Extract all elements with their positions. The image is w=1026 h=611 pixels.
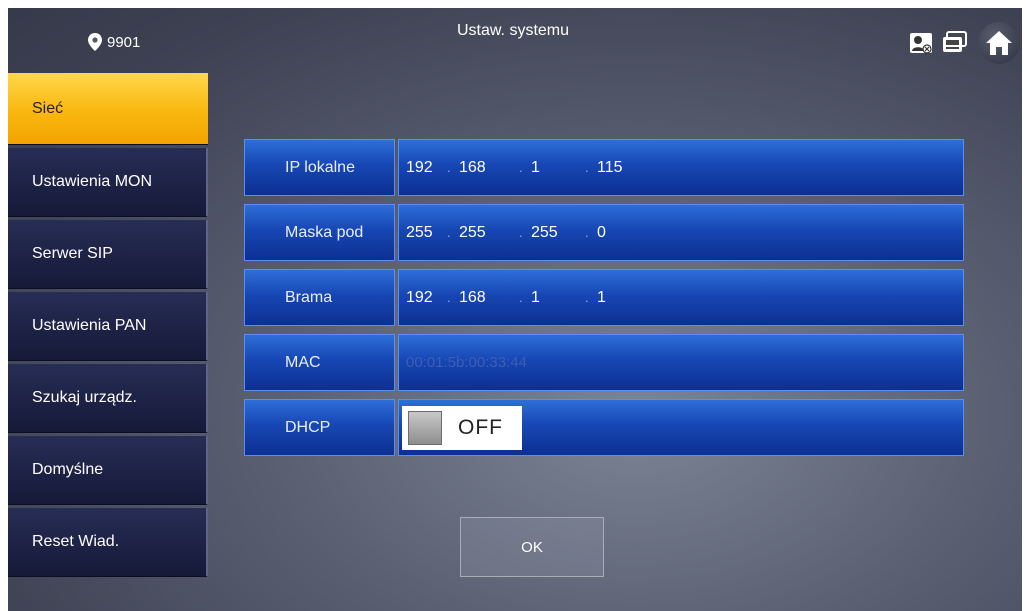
ip-octet[interactable]: 115	[597, 159, 623, 177]
ip-octet[interactable]: 168	[459, 159, 519, 177]
ip-separator: .	[519, 225, 523, 240]
sidebar-item-network[interactable]: Sieć	[8, 73, 208, 145]
ip-separator: .	[447, 225, 451, 240]
dhcp-label: DHCP	[244, 399, 395, 456]
sidebar-item-label: Szukaj urządz.	[32, 389, 137, 406]
monitor-icon[interactable]	[942, 30, 968, 56]
home-icon[interactable]	[978, 22, 1020, 64]
ip-separator: .	[519, 160, 523, 175]
sidebar-item-label: Ustawienia MON	[32, 173, 153, 190]
ip-octet[interactable]: 1	[531, 159, 585, 177]
subnet-mask-row: Maska pod 255 . 255 . 255 . 0	[244, 204, 964, 261]
gateway-label: Brama	[244, 269, 395, 326]
sidebar-item-defaults[interactable]: Domyślne	[8, 436, 208, 505]
ip-separator: .	[585, 290, 589, 305]
page-title: Ustaw. systemu	[456, 22, 570, 39]
mask-octet[interactable]: 255	[406, 224, 447, 242]
subnet-mask-field[interactable]: 255 . 255 . 255 . 0	[398, 204, 964, 261]
sidebar-item-pan-settings[interactable]: Ustawienia PAN	[8, 292, 208, 361]
mac-value: 00:01:5b:00:33:44	[406, 354, 527, 371]
sidebar-item-label: Ustawienia PAN	[32, 317, 147, 334]
gateway-octet[interactable]: 192	[406, 289, 447, 307]
gateway-octet[interactable]: 1	[531, 289, 585, 307]
sidebar-item-label: Reset Wiad.	[32, 533, 120, 550]
ok-button[interactable]: OK	[460, 517, 604, 577]
ip-separator: .	[585, 225, 589, 240]
gateway-field[interactable]: 192 . 168 . 1 . 1	[398, 269, 964, 326]
sidebar-item-mon-settings[interactable]: Ustawienia MON	[8, 148, 208, 217]
sidebar-item-label: Sieć	[32, 99, 64, 117]
gateway-octet[interactable]: 1	[597, 289, 606, 307]
sidebar-item-label: Domyślne	[32, 461, 104, 478]
top-icons	[908, 22, 1020, 64]
mask-octet[interactable]: 255	[459, 224, 519, 242]
sidebar-item-reset-messages[interactable]: Reset Wiad.	[8, 508, 208, 577]
gateway-row: Brama 192 . 168 . 1 . 1	[244, 269, 964, 326]
mask-octet[interactable]: 255	[531, 224, 585, 242]
ip-separator: .	[585, 160, 589, 175]
sidebar: Sieć Ustawienia MON Serwer SIP Ustawieni…	[8, 73, 208, 580]
local-ip-field[interactable]: 192 . 168 . 1 . 115	[398, 139, 964, 196]
dhcp-row: DHCP OFF	[244, 399, 964, 456]
ip-separator: .	[447, 290, 451, 305]
sidebar-item-label: Serwer SIP	[32, 245, 113, 262]
toggle-state: OFF	[458, 415, 503, 439]
ip-separator: .	[447, 160, 451, 175]
mac-label: MAC	[244, 334, 395, 391]
frame-right	[1022, 0, 1026, 611]
network-form: IP lokalne 192 . 168 . 1 . 115 Maska pod…	[244, 139, 964, 464]
sidebar-item-sip-server[interactable]: Serwer SIP	[8, 220, 208, 289]
dhcp-field: OFF	[398, 399, 964, 456]
local-ip-row: IP lokalne 192 . 168 . 1 . 115	[244, 139, 964, 196]
ip-separator: .	[519, 290, 523, 305]
toggle-knob[interactable]	[408, 410, 442, 445]
frame-left	[0, 0, 8, 611]
mac-field: 00:01:5b:00:33:44	[398, 334, 964, 391]
system-settings-screen: 9901 Ustaw. systemu Sieć Ustawienia MON …	[0, 0, 1026, 611]
frame-top	[0, 0, 1026, 8]
mac-row: MAC 00:01:5b:00:33:44	[244, 334, 964, 391]
contact-card-icon[interactable]	[908, 30, 934, 56]
mask-octet[interactable]: 0	[597, 224, 606, 242]
subnet-mask-label: Maska pod	[244, 204, 395, 261]
dhcp-toggle[interactable]: OFF	[402, 405, 522, 450]
gateway-octet[interactable]: 168	[459, 289, 519, 307]
local-ip-label: IP lokalne	[244, 139, 395, 196]
sidebar-item-device-search[interactable]: Szukaj urządz.	[8, 364, 208, 433]
ip-octet[interactable]: 192	[406, 159, 447, 177]
